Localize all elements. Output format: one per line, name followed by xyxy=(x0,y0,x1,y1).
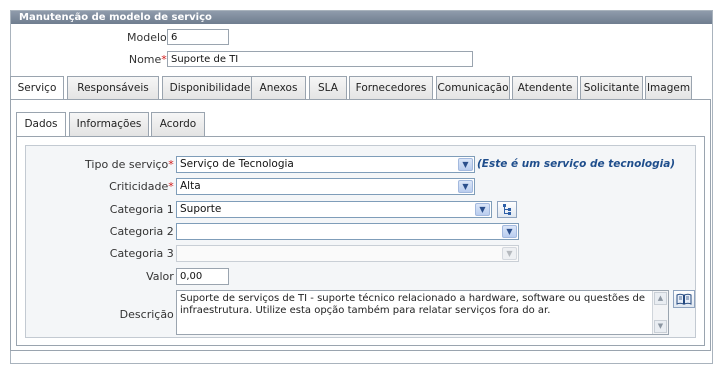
categoria1-label: Categoria 1 : xyxy=(109,203,181,216)
categoria1-value: Suporte xyxy=(180,203,222,215)
tipo-servico-select[interactable]: Serviço de Tecnologia ▼ xyxy=(176,156,475,173)
panel-title: Manutenção de modelo de serviço xyxy=(11,11,712,24)
tab-responsaveis[interactable]: Responsáveis xyxy=(67,76,159,100)
tab-imagem[interactable]: Imagem xyxy=(645,76,692,100)
nome-label: Nome* : xyxy=(71,53,174,66)
criticidade-label: Criticidade* : xyxy=(26,180,181,193)
dados-panel: Tipo de serviço* : Serviço de Tecnologia… xyxy=(16,136,705,346)
tab-comunicacao[interactable]: Comunicação xyxy=(436,76,510,100)
subtab-dados[interactable]: Dados xyxy=(16,112,66,137)
tipo-label-text: Tipo de serviço xyxy=(85,158,169,171)
modelo-field[interactable] xyxy=(167,29,229,45)
scroll-down-icon[interactable]: ▼ xyxy=(654,320,667,333)
tab-solicitante[interactable]: Solicitante xyxy=(580,76,643,100)
descricao-textarea[interactable]: Suporte de serviços de TI - suporte técn… xyxy=(176,290,669,335)
chevron-down-icon[interactable]: ▼ xyxy=(458,158,473,171)
descricao-scrollbar[interactable]: ▲ ▼ xyxy=(652,291,668,334)
categoria1-select[interactable]: Suporte ▼ xyxy=(176,201,492,218)
modelo-label: Modelo : xyxy=(127,31,174,44)
criticidade-value: Alta xyxy=(180,180,201,192)
chevron-down-icon[interactable]: ▼ xyxy=(475,203,490,216)
tab-atendente[interactable]: Atendente xyxy=(512,76,578,100)
criticidade-label-text: Criticidade xyxy=(109,180,169,193)
chevron-down-icon: ▼ xyxy=(502,247,517,260)
subtab-informacoes[interactable]: Informações xyxy=(69,112,149,136)
tipo-servico-value: Serviço de Tecnologia xyxy=(180,158,294,170)
chevron-down-icon[interactable]: ▼ xyxy=(458,180,473,193)
tab-anexos[interactable]: Anexos xyxy=(251,76,306,100)
tab-sla[interactable]: SLA xyxy=(309,76,347,100)
nome-label-text: Nome xyxy=(128,53,162,66)
nome-field[interactable] xyxy=(167,51,473,67)
valor-label: Valor : xyxy=(146,270,181,283)
categoria2-label: Categoria 2 : xyxy=(109,225,181,238)
valor-field[interactable] xyxy=(176,268,229,285)
tab-servico[interactable]: Serviço xyxy=(10,76,64,101)
categoria2-select[interactable]: ▼ xyxy=(176,223,519,240)
tipo-note: (Este é um serviço de tecnologia) xyxy=(477,158,676,170)
book-icon[interactable] xyxy=(673,290,695,308)
dados-form: Tipo de serviço* : Serviço de Tecnologia… xyxy=(25,145,696,338)
descricao-label: Descrição : xyxy=(119,308,181,321)
tab-fornecedores[interactable]: Fornecedores xyxy=(349,76,433,100)
criticidade-select[interactable]: Alta ▼ xyxy=(176,178,475,195)
servico-tab-panel: Dados Informações Acordo Tipo de serviço… xyxy=(10,99,711,351)
scroll-up-icon[interactable]: ▲ xyxy=(654,292,667,305)
tab-disponibilidade[interactable]: Disponibilidade xyxy=(162,76,258,100)
tipo-label: Tipo de serviço* : xyxy=(26,158,181,171)
chevron-down-icon[interactable]: ▼ xyxy=(502,225,517,238)
categoria3-select: ▼ xyxy=(176,245,519,262)
tree-icon[interactable] xyxy=(497,201,517,218)
categoria3-label: Categoria 3 : xyxy=(109,247,181,260)
subtab-acordo[interactable]: Acordo xyxy=(151,112,205,136)
